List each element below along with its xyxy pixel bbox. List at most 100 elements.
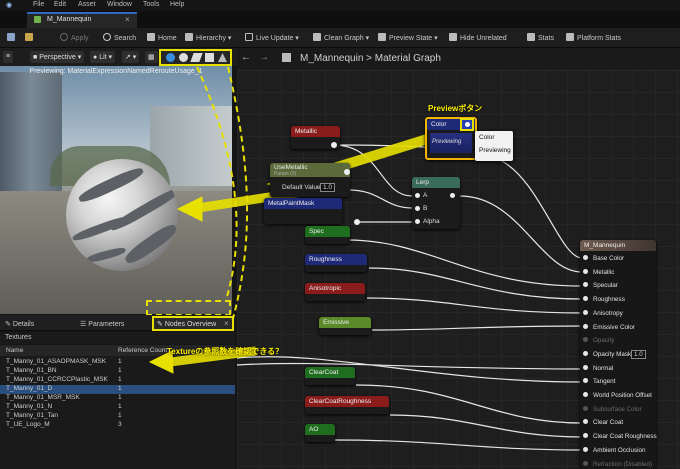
grid-icon[interactable]: ▦ — [145, 51, 158, 63]
apply-button[interactable]: Apply — [60, 33, 89, 42]
material-pin-base-color[interactable]: Base Color — [583, 255, 624, 262]
table-row[interactable]: T_Manny_01_BN 1 — [0, 367, 235, 376]
preview-state-button[interactable]: Preview State ▾ — [378, 33, 438, 42]
lit-dropdown[interactable]: ● Lit ▾ — [90, 51, 116, 63]
stats-button[interactable]: Stats — [527, 33, 554, 42]
browse-icon[interactable] — [25, 33, 36, 42]
hide-unrelated-button[interactable]: Hide Unrelated — [449, 33, 507, 42]
material-pin-opacity-mask[interactable]: Opacity Mask — [583, 351, 631, 358]
material-pin-clear-coat[interactable]: Clear Coat — [583, 419, 623, 426]
live-update-button[interactable]: Live Update ▾ — [245, 33, 299, 42]
save-icon[interactable] — [7, 33, 18, 42]
material-pin-world-position-offset[interactable]: World Position Offset — [583, 392, 652, 399]
live-update-icon — [245, 33, 253, 41]
perspective-dropdown[interactable]: ■ Perspective ▾ — [30, 51, 85, 63]
hierarchy-button[interactable]: Hierarchy ▾ — [185, 33, 231, 42]
column-name[interactable]: Name — [6, 347, 23, 354]
material-pin-emissive-color[interactable]: Emissive Color — [583, 324, 635, 331]
roughness-node[interactable]: Roughness — [305, 254, 367, 272]
material-pin-refraction-disabled[interactable]: Refraction (Disabled) — [583, 461, 652, 468]
tab-m-mannequin[interactable]: M_Mannequin × — [27, 12, 137, 28]
lerp-alpha-pin[interactable] — [415, 219, 420, 224]
clean-graph-button[interactable]: Clean Graph ▾ — [313, 33, 369, 42]
textures-header[interactable]: Textures — [0, 332, 235, 344]
table-row[interactable]: T_UE_Logo_M 3 — [0, 421, 235, 430]
plane-mesh-icon[interactable] — [190, 53, 203, 62]
platform-stats-button[interactable]: Platform Stats — [566, 33, 621, 42]
material-pin-ambient-occlusion[interactable]: Ambient Occlusion — [583, 447, 646, 454]
table-row[interactable]: T_Manny_01_N 1 — [0, 403, 235, 412]
live-update-label: Live Update — [256, 35, 294, 42]
material-pin-tangent[interactable]: Tangent — [583, 378, 615, 385]
breadcrumb-page[interactable]: Material Graph — [375, 53, 441, 64]
menu-help[interactable]: Help — [170, 1, 184, 8]
lerp-a-pin[interactable] — [415, 193, 420, 198]
back-arrow-icon[interactable]: ← — [241, 52, 251, 63]
material-pin-specular[interactable]: Specular — [583, 282, 618, 289]
lerp-output-pin[interactable] — [450, 193, 455, 198]
tab-close-icon[interactable]: × — [125, 15, 130, 24]
ao-node[interactable]: AO — [305, 424, 335, 442]
popup-item-previewing[interactable]: Previewing — [475, 144, 513, 157]
preview-toggle-button[interactable] — [460, 118, 474, 131]
table-row[interactable]: T_Manny_01_CCRCCPlastic_MSK 1 — [0, 376, 235, 385]
material-pin-normal[interactable]: Normal — [583, 365, 613, 372]
metallic-output-pin[interactable] — [331, 142, 337, 148]
unreal-logo-icon[interactable]: ◉ — [6, 1, 12, 9]
popup-item-color[interactable]: Color — [475, 131, 513, 144]
metalpaintmask-output-pin[interactable] — [354, 219, 360, 225]
lerp-b-pin[interactable] — [415, 206, 420, 211]
table-row[interactable]: T_Manny_01_Tan 1 — [0, 412, 235, 421]
emissive-node[interactable]: Emissive — [319, 317, 371, 335]
table-row[interactable]: T_Manny_01_ASAOPMASK_MSK 1 — [0, 358, 235, 367]
cylinder-mesh-icon[interactable] — [179, 53, 188, 62]
breadcrumb-separator: > — [366, 53, 372, 64]
material-pin-clear-coat-roughness[interactable]: Clear Coat Roughness — [583, 433, 657, 440]
menu-file[interactable]: File — [33, 1, 44, 8]
tab-details[interactable]: ✎ Details — [5, 320, 34, 328]
broom-icon — [313, 33, 321, 41]
lerp-node[interactable]: Lerp A B Alpha — [412, 177, 460, 229]
material-pin-subsurface-color[interactable]: Subsurface Color — [583, 406, 642, 413]
material-pin-metallic[interactable]: Metallic — [583, 269, 614, 276]
transform-dropdown[interactable]: ↗ ▾ — [122, 51, 140, 63]
hide-unrelated-icon — [449, 33, 457, 41]
cube-mesh-icon[interactable] — [205, 53, 214, 62]
menu-asset[interactable]: Asset — [78, 1, 96, 8]
viewport-menu-icon[interactable]: ≡ — [3, 51, 13, 63]
table-row[interactable]: T_Manny_01_MSR_MSK 1 — [0, 394, 235, 403]
menu-edit[interactable]: Edit — [54, 1, 66, 8]
parameters-label: Parameters — [88, 321, 125, 328]
anisotropic-node[interactable]: Anisotropic — [305, 283, 365, 301]
spec-node[interactable]: Spec — [305, 226, 350, 244]
use-metallic-output-pin[interactable] — [344, 169, 350, 175]
breadcrumb-root[interactable]: M_Mannequin — [300, 53, 363, 64]
use-metallic-node[interactable]: UseMetallic Param (0) Default Value 1.0 — [270, 163, 350, 197]
previewing-label: Previewing: MaterialExpressionNamedRerou… — [29, 68, 203, 75]
color-preview-popup: Color Previewing — [475, 131, 513, 161]
home-button[interactable]: Home — [147, 33, 177, 42]
search-button[interactable]: Search — [103, 33, 136, 42]
sphere-mesh-icon[interactable] — [166, 53, 175, 62]
nodes-overview-close-icon[interactable]: × — [224, 319, 229, 328]
clearcoatroughness-node[interactable]: ClearCoatRoughness — [305, 396, 389, 414]
opacity-mask-input[interactable]: 1.0 — [631, 350, 646, 359]
color-node-preview: Previewing — [430, 133, 472, 153]
material-pin-opacity[interactable]: Opacity — [583, 337, 614, 344]
menu-tools[interactable]: Tools — [143, 1, 159, 8]
table-row-selected[interactable]: T_Manny_01_D 1 — [0, 385, 235, 394]
metalpaintmask-node-title: MetalPaintMask — [264, 198, 342, 209]
custom-mesh-icon[interactable] — [218, 53, 227, 62]
home-label: Home — [158, 35, 177, 42]
menu-window[interactable]: Window — [107, 1, 132, 8]
column-reference-count[interactable]: Reference Count — [118, 347, 167, 354]
metalpaintmask-node[interactable]: MetalPaintMask — [264, 198, 342, 224]
clearcoat-node[interactable]: ClearCoat — [305, 367, 355, 385]
default-value-input[interactable]: 1.0 — [320, 183, 336, 192]
lerp-b-label: B — [423, 205, 428, 212]
tab-parameters[interactable]: ☰ Parameters — [80, 320, 124, 328]
material-pin-anisotropy[interactable]: Anisotropy — [583, 310, 623, 317]
material-pin-roughness[interactable]: Roughness — [583, 296, 625, 303]
forward-arrow-icon[interactable]: → — [259, 52, 269, 63]
tab-nodes-overview[interactable]: ✎ Nodes Overview × — [152, 316, 234, 331]
